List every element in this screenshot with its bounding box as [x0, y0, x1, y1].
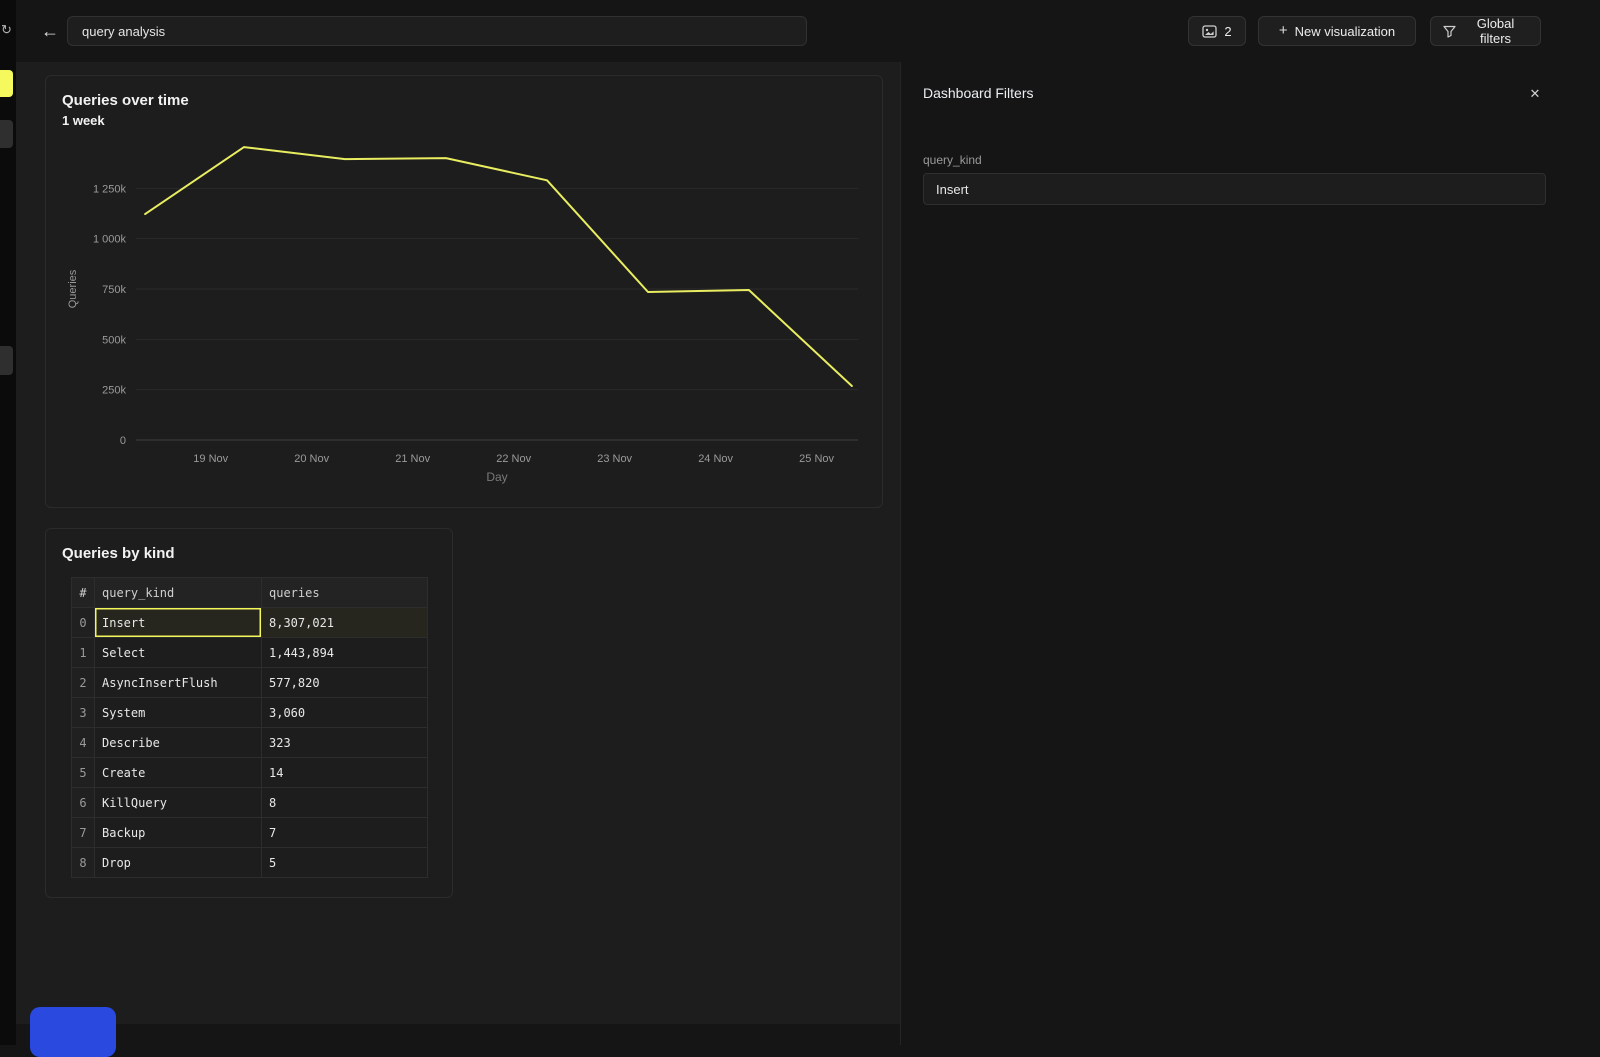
query-kind-cell[interactable]: Create	[95, 758, 262, 788]
query-kind-cell[interactable]: Backup	[95, 818, 262, 848]
queries-value-cell[interactable]: 14	[262, 758, 428, 788]
history-icon[interactable]: ↻	[1, 22, 12, 38]
svg-text:750k: 750k	[102, 284, 126, 296]
sidebar-item-active[interactable]	[0, 70, 13, 97]
sidebar-item[interactable]	[0, 120, 13, 148]
queries-value-cell[interactable]: 577,820	[262, 668, 428, 698]
svg-text:250k: 250k	[102, 385, 126, 397]
table-row: 1Select1,443,894	[72, 638, 428, 668]
svg-text:21 Nov: 21 Nov	[395, 453, 430, 465]
svg-text:24 Nov: 24 Nov	[698, 453, 733, 465]
visualization-count-button[interactable]: 2	[1188, 16, 1246, 46]
column-header-queries[interactable]: queries	[262, 578, 428, 608]
queries-value-cell[interactable]: 5	[262, 848, 428, 878]
row-index-cell: 3	[72, 698, 95, 728]
query-kind-cell[interactable]: System	[95, 698, 262, 728]
svg-text:23 Nov: 23 Nov	[597, 453, 632, 465]
svg-text:25 Nov: 25 Nov	[799, 453, 834, 465]
row-index-cell: 2	[72, 668, 95, 698]
row-index-cell: 0	[72, 608, 95, 638]
queries-value-cell[interactable]: 1,443,894	[262, 638, 428, 668]
new-visualization-label: New visualization	[1295, 24, 1395, 39]
queries-value-cell[interactable]: 8,307,021	[262, 608, 428, 638]
filter-funnel-icon	[1443, 25, 1456, 38]
queries-value-cell[interactable]: 7	[262, 818, 428, 848]
filters-panel-title: Dashboard Filters	[923, 85, 1034, 101]
plus-icon: +	[1279, 22, 1288, 39]
svg-text:Day: Day	[486, 470, 507, 484]
table-row: 4Describe323	[72, 728, 428, 758]
queries-value-cell[interactable]: 8	[262, 788, 428, 818]
svg-text:20 Nov: 20 Nov	[294, 453, 329, 465]
new-visualization-button[interactable]: + New visualization	[1258, 16, 1416, 46]
row-index-cell: 1	[72, 638, 95, 668]
queries-by-kind-card: Queries by kind # query_kind queries 0In…	[45, 528, 453, 898]
svg-text:Queries: Queries	[67, 269, 79, 308]
chat-launcher-button[interactable]	[30, 1007, 116, 1057]
global-filters-label: Global filters	[1463, 16, 1528, 46]
table-row: 0Insert8,307,021	[72, 608, 428, 638]
query-kind-cell[interactable]: Insert	[95, 608, 262, 638]
column-header-index: #	[72, 578, 95, 608]
svg-text:1 250k: 1 250k	[93, 183, 127, 195]
query-kind-cell[interactable]: Select	[95, 638, 262, 668]
table-row: 2AsyncInsertFlush577,820	[72, 668, 428, 698]
svg-text:19 Nov: 19 Nov	[193, 453, 228, 465]
dashboard-canvas: Queries over time 1 week 0 250k 500k 750k 1 …	[16, 62, 900, 1024]
table-row: 3System3,060	[72, 698, 428, 728]
table-title: Queries by kind	[62, 543, 436, 564]
query-kind-cell[interactable]: AsyncInsertFlush	[95, 668, 262, 698]
queries-table-body: 0Insert8,307,0211Select1,443,8942AsyncIn…	[72, 608, 428, 878]
global-filters-button[interactable]: Global filters	[1430, 16, 1541, 46]
row-index-cell: 6	[72, 788, 95, 818]
queries-line-chart: 0 250k 500k 750k 1 000k 1 250k 19 Nov 20 Nov 21 …	[62, 138, 868, 490]
row-index-cell: 5	[72, 758, 95, 788]
sidebar-item[interactable]	[0, 346, 13, 375]
column-header-query-kind[interactable]: query_kind	[95, 578, 262, 608]
top-bar: ← 2 + New visualization Global filters	[0, 0, 1600, 62]
table-header-row: # query_kind queries	[72, 578, 428, 608]
visualization-count: 2	[1224, 24, 1231, 39]
left-sidebar: ↻	[0, 0, 16, 1045]
row-index-cell: 7	[72, 818, 95, 848]
back-button[interactable]: ←	[38, 19, 62, 43]
svg-text:0: 0	[120, 435, 126, 447]
query-kind-filter-input[interactable]	[923, 173, 1546, 205]
table-row: 6KillQuery8	[72, 788, 428, 818]
svg-text:1 000k: 1 000k	[93, 234, 127, 246]
queries-by-kind-table: # query_kind queries 0Insert8,307,0211Se…	[71, 577, 428, 878]
visualization-icon	[1202, 25, 1217, 38]
table-row: 5Create14	[72, 758, 428, 788]
chart-subtitle: 1 week	[62, 111, 866, 130]
dashboard-title-input[interactable]	[67, 16, 807, 46]
queries-over-time-card: Queries over time 1 week 0 250k 500k 750k 1 …	[45, 75, 883, 508]
queries-value-cell[interactable]: 3,060	[262, 698, 428, 728]
query-kind-cell[interactable]: Describe	[95, 728, 262, 758]
table-row: 7Backup7	[72, 818, 428, 848]
queries-value-cell[interactable]: 323	[262, 728, 428, 758]
row-index-cell: 4	[72, 728, 95, 758]
table-row: 8Drop5	[72, 848, 428, 878]
filter-field-label: query_kind	[923, 153, 982, 167]
row-index-cell: 8	[72, 848, 95, 878]
close-icon[interactable]: ✕	[1523, 82, 1547, 106]
chart-title: Queries over time	[62, 90, 866, 111]
svg-text:22 Nov: 22 Nov	[496, 453, 531, 465]
svg-text:500k: 500k	[102, 334, 126, 346]
query-kind-cell[interactable]: KillQuery	[95, 788, 262, 818]
query-kind-cell[interactable]: Drop	[95, 848, 262, 878]
dashboard-filters-panel: Dashboard Filters ✕ query_kind	[900, 62, 1600, 1045]
